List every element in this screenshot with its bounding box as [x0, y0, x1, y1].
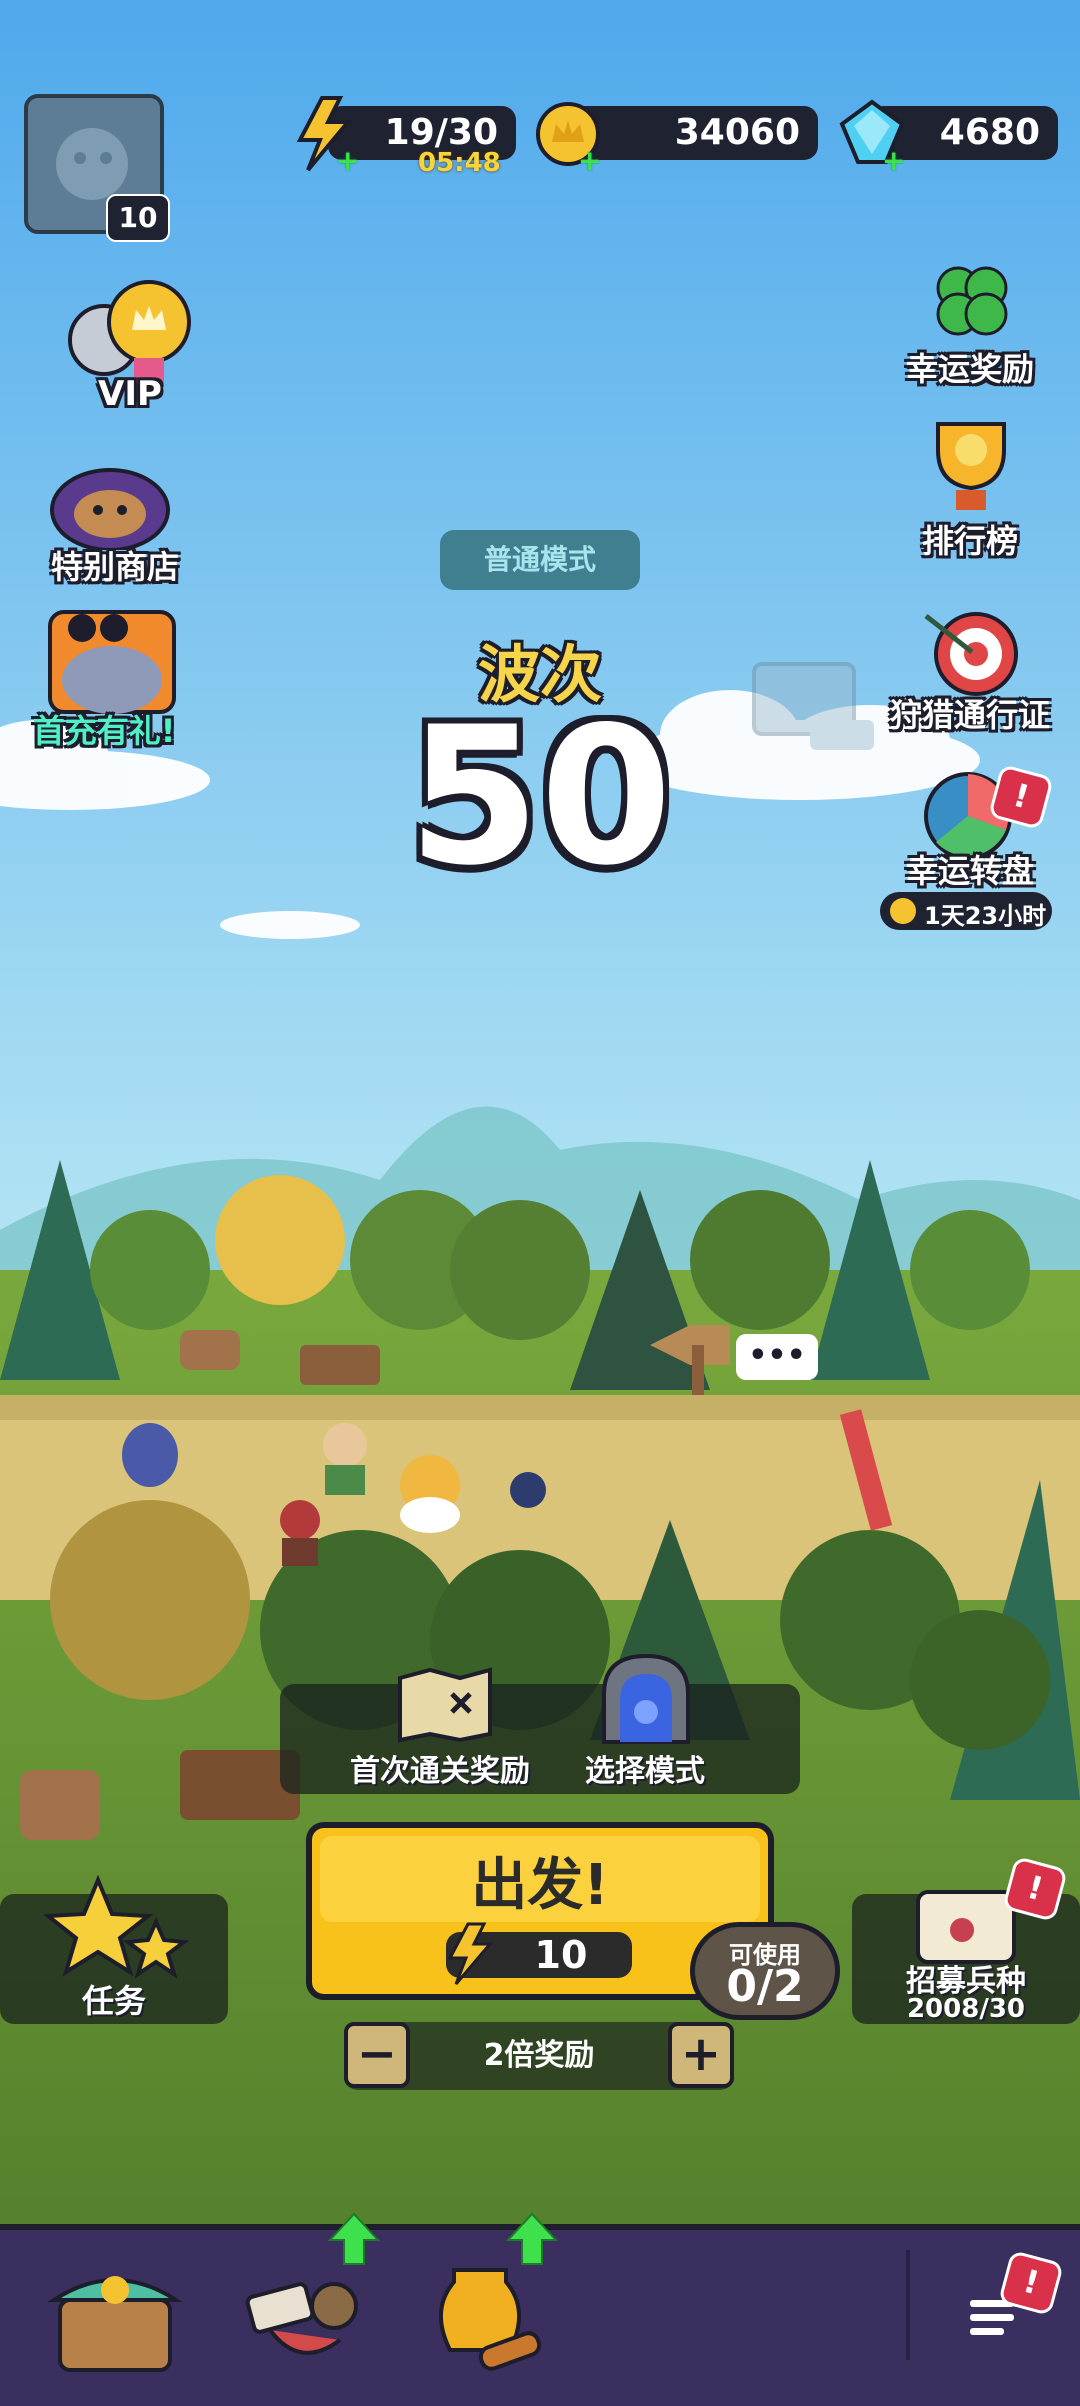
portal-icon	[602, 1653, 690, 1744]
leaderboard-label: 排行榜	[921, 522, 1018, 560]
special-shop-label: 特别商店	[50, 548, 179, 586]
battle-gear-icon	[245, 2282, 358, 2355]
minus-button[interactable]: −	[344, 2022, 410, 2088]
start-cost-lightning-icon	[447, 1922, 494, 1985]
special-shop-button[interactable]: 特别商店	[10, 450, 220, 590]
leaderboard-button[interactable]: 排行榜	[870, 410, 1070, 560]
upgrade-arrow-icon-2	[506, 2212, 558, 2265]
gems-plus-icon[interactable]: +	[882, 147, 905, 175]
vip-medal-icon	[68, 280, 191, 386]
game-scene: 10 19/30 05:48 + 34060 + 4680 + VIP 特别商店…	[0, 0, 1080, 2406]
golden-vase-icon	[438, 2268, 542, 2371]
trophy-icon	[936, 422, 1006, 510]
energy-plus-icon[interactable]: +	[336, 147, 359, 175]
recruit-button[interactable]: ! 招募兵种 2008/30	[852, 1855, 1080, 2024]
tasks-label: 任务	[81, 1982, 146, 2020]
coins-plus-icon[interactable]: +	[578, 147, 601, 175]
vip-label: VIP	[98, 374, 162, 414]
lucky-reward-label: 幸运奖励	[905, 350, 1034, 388]
coins-value: 34060	[674, 112, 800, 153]
target-icon	[924, 612, 1018, 696]
lucky-wheel-button[interactable]: ! 幸运转盘	[870, 763, 1070, 894]
hunting-pass-button[interactable]: 狩猎通行证	[870, 600, 1070, 740]
gems-value: 4680	[939, 112, 1040, 153]
nav-divider	[906, 2250, 910, 2360]
star-icon	[44, 1874, 190, 1979]
shop-stall-icon	[47, 2276, 183, 2372]
nav-treasure-tab[interactable]	[410, 2250, 560, 2380]
upgrade-arrow-icon	[328, 2212, 380, 2265]
coins-bar[interactable]: 34060	[570, 106, 818, 160]
available-count-bubble: 可使用 0/2	[690, 1922, 840, 2020]
first-clear-reward-button[interactable]: 首次通关奖励	[330, 1664, 550, 1794]
first-recharge-button[interactable]: 首充有礼!	[0, 598, 220, 758]
hunting-pass-label: 狩猎通行证	[889, 696, 1050, 734]
select-mode-label: 选择模式	[585, 1754, 705, 1789]
gift-creature-icon	[48, 610, 176, 714]
tasks-button[interactable]: 任务	[0, 1874, 228, 2024]
energy-timer: 05:48	[418, 148, 501, 178]
start-label: 出发!	[471, 1853, 609, 1918]
chat-bubble[interactable]: •••	[736, 1334, 818, 1380]
first-recharge-label: 首充有礼!	[32, 712, 176, 750]
first-clear-reward-label: 首次通关奖励	[350, 1754, 530, 1789]
raccoon-merchant-icon	[50, 468, 170, 550]
nav-shop-tab[interactable]	[40, 2250, 190, 2380]
plus-button[interactable]: +	[668, 2022, 734, 2088]
nav-battle-tab[interactable]	[230, 2250, 380, 2380]
start-cost-value: 10	[534, 1933, 588, 1977]
map-icon	[398, 1667, 492, 1743]
lucky-wheel-label: 幸运转盘	[905, 852, 1034, 890]
vip-button[interactable]: VIP	[30, 270, 230, 420]
available-count: 0/2	[726, 1961, 804, 2012]
clover-icon	[936, 266, 1008, 336]
monitor-icon	[752, 662, 874, 750]
recruit-count: 2008/30	[906, 1994, 1026, 2024]
wave-number: 50	[407, 686, 673, 907]
lucky-wheel-timer: 1天23小时	[924, 902, 1047, 930]
energy-value: 19/30	[384, 112, 498, 153]
lucky-wheel-timer-pill: 1天23小时	[880, 892, 1052, 930]
player-level: 10	[106, 194, 170, 242]
mode-indicator[interactable]: 普通模式	[440, 530, 640, 590]
clock-icon	[890, 898, 916, 924]
select-mode-button[interactable]: 选择模式	[570, 1650, 720, 1794]
lucky-reward-button[interactable]: 幸运奖励	[870, 250, 1070, 390]
